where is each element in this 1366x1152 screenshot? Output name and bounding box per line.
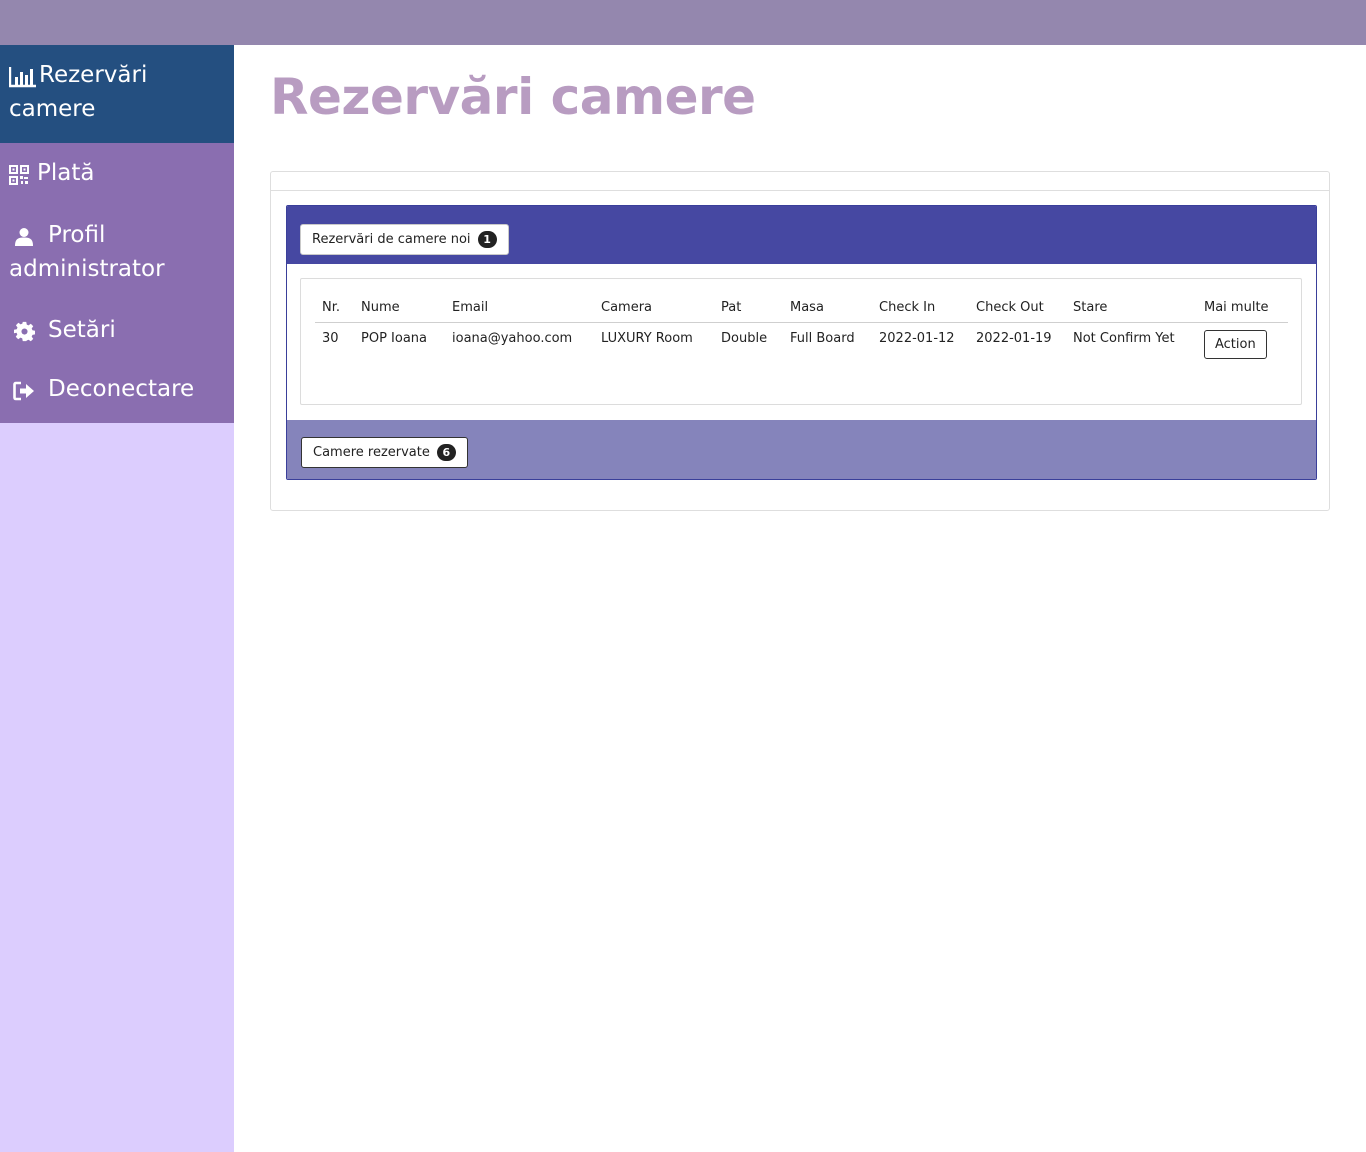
col-header-email: Email xyxy=(445,295,594,323)
sidebar-menu: Rezervări camere Plată Profil administra… xyxy=(0,45,234,423)
user-icon xyxy=(9,220,48,253)
col-header-nr: Nr. xyxy=(315,295,354,323)
new-bookings-count-badge: 1 xyxy=(477,231,497,248)
col-header-nume: Nume xyxy=(354,295,445,323)
qrcode-icon xyxy=(9,158,37,191)
sidebar-item-deconectare[interactable]: Deconectare xyxy=(0,361,234,423)
new-bookings-toggle-button[interactable]: Rezervări de camere noi 1 xyxy=(300,224,509,255)
sidebar-item-label: Rezervări xyxy=(39,62,148,88)
new-bookings-header: Rezervări de camere noi 1 xyxy=(287,206,1316,264)
page-title: Rezervări camere xyxy=(270,68,756,126)
sidebar-item-plata[interactable]: Plată xyxy=(0,143,234,205)
new-bookings-table: Nr. Nume Email Camera Pat Masa Check In … xyxy=(315,295,1288,367)
booked-rooms-header: Camere rezervate 6 xyxy=(287,420,1316,479)
sidebar-item-rezervari-camere[interactable]: Rezervări camere xyxy=(0,45,234,143)
col-header-mai-multe: Mai multe xyxy=(1197,295,1288,323)
sidebar-item-label: Profil xyxy=(48,222,106,248)
booked-rooms-toggle-button[interactable]: Camere rezervate 6 xyxy=(301,437,468,468)
sidebar-item-label-line2: camere xyxy=(9,96,96,122)
cell-nume: POP Ioana xyxy=(361,331,428,346)
sidebar-item-label: Plată xyxy=(37,160,95,186)
sign-out-icon xyxy=(9,374,48,407)
col-header-check-out: Check Out xyxy=(969,295,1066,323)
gear-icon xyxy=(9,315,48,348)
bookings-accordion: Rezervări de camere noi 1 Nr. Nume Email… xyxy=(286,205,1317,480)
sidebar-item-profil-administrator[interactable]: Profil administrator xyxy=(0,205,234,300)
sidebar-item-label: Deconectare xyxy=(48,376,195,402)
cell-stare: Not Confirm Yet xyxy=(1073,331,1175,346)
new-bookings-label: Rezervări de camere noi xyxy=(312,232,471,247)
sidebar: Rezervări camere Plată Profil administra… xyxy=(0,45,234,1152)
sidebar-item-label-line2: administrator xyxy=(9,256,165,282)
new-bookings-table-container: Nr. Nume Email Camera Pat Masa Check In … xyxy=(300,278,1302,405)
panel-header xyxy=(271,172,1329,191)
booked-rooms-count-badge: 6 xyxy=(436,444,456,461)
booked-rooms-label: Camere rezervate xyxy=(313,445,430,460)
cell-email: ioana@yahoo.com xyxy=(452,331,573,346)
cell-nr: 30 xyxy=(322,331,339,346)
cell-pat: Double xyxy=(721,331,768,346)
cell-masa: Full Board xyxy=(790,331,855,346)
sidebar-item-label: Setări xyxy=(48,317,116,343)
col-header-masa: Masa xyxy=(783,295,872,323)
cell-camera: LUXURY Room xyxy=(601,331,693,346)
col-header-pat: Pat xyxy=(714,295,783,323)
cell-check-in: 2022-01-12 xyxy=(879,331,955,346)
col-header-camera: Camera xyxy=(594,295,714,323)
cell-mai-multe: Action xyxy=(1197,323,1288,368)
top-bar xyxy=(0,0,1366,45)
action-button[interactable]: Action xyxy=(1204,330,1267,359)
bar-chart-icon xyxy=(9,60,39,93)
bookings-panel: Rezervări de camere noi 1 Nr. Nume Email… xyxy=(270,171,1330,511)
new-bookings-body: Nr. Nume Email Camera Pat Masa Check In … xyxy=(287,264,1316,420)
table-header-row: Nr. Nume Email Camera Pat Masa Check In … xyxy=(315,295,1288,323)
cell-check-out: 2022-01-19 xyxy=(976,331,1052,346)
col-header-check-in: Check In xyxy=(872,295,969,323)
col-header-stare: Stare xyxy=(1066,295,1197,323)
sidebar-item-setari[interactable]: Setări xyxy=(0,300,234,361)
table-row: 30 POP Ioana ioana@yahoo.com LUXURY Room… xyxy=(315,323,1288,368)
